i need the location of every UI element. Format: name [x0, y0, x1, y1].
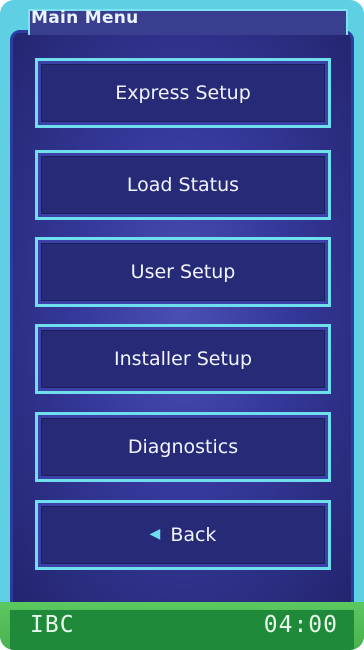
page-title: Main Menu: [31, 8, 139, 28]
status-left-text: IBC: [30, 612, 75, 638]
load-status-button[interactable]: Load Status: [35, 150, 331, 220]
express-setup-button[interactable]: Express Setup: [35, 58, 331, 128]
diagnostics-label: Diagnostics: [127, 436, 239, 458]
user-setup-button[interactable]: User Setup: [35, 237, 331, 307]
user-setup-label: User Setup: [130, 261, 236, 283]
back-button[interactable]: ◀ Back: [35, 500, 331, 570]
load-status-label: Load Status: [126, 174, 240, 196]
clock-text: 04:00: [263, 612, 338, 638]
device-frame: Main Menu Express Setup Load Status User…: [0, 0, 364, 650]
chevron-left-icon: ◀: [149, 526, 161, 542]
installer-setup-label: Installer Setup: [113, 348, 253, 370]
express-setup-label: Express Setup: [115, 82, 251, 104]
diagnostics-button[interactable]: Diagnostics: [35, 412, 331, 482]
back-label: Back: [170, 524, 217, 546]
installer-setup-button[interactable]: Installer Setup: [35, 324, 331, 394]
